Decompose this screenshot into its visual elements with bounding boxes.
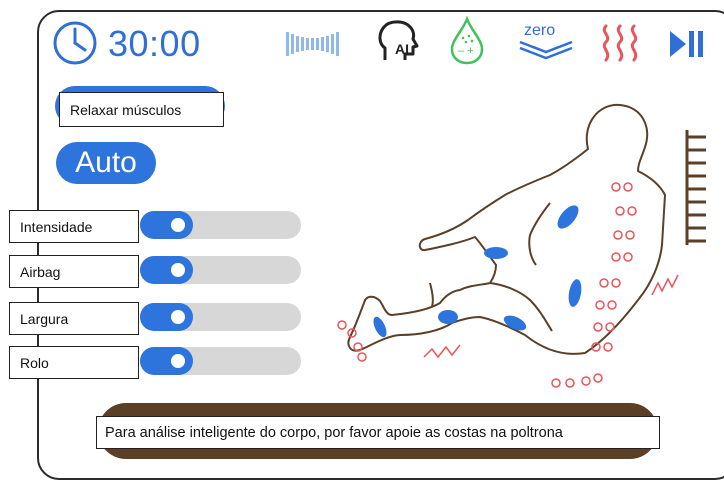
intensity-slider-knob[interactable] — [171, 218, 185, 232]
play-pause-icon[interactable] — [668, 28, 708, 60]
leg-outline — [429, 282, 434, 308]
arm-outline — [528, 202, 551, 266]
vibration-marks — [423, 274, 679, 359]
instruction-message: Para análise inteligente do corpo, por f… — [96, 416, 660, 449]
water-level-label: – + — [458, 45, 474, 57]
airbag-points — [337, 182, 637, 388]
body-massage-map — [337, 103, 706, 388]
auto-button[interactable]: Auto — [56, 142, 156, 184]
zero-gravity-icon[interactable]: zero — [516, 20, 576, 64]
water-drop-icon[interactable]: – + — [447, 16, 487, 66]
zero-label: zero — [524, 22, 555, 39]
intensity-slider-fill — [140, 211, 193, 239]
intensity-slider[interactable] — [140, 211, 301, 239]
timer-display: 30:00 — [108, 23, 201, 64]
airbag-label: Airbag — [9, 255, 139, 288]
intensity-label: Intensidade — [9, 210, 139, 243]
width-label: Largura — [9, 302, 139, 335]
ai-head-icon[interactable]: AI — [375, 18, 421, 64]
ai-label: AI — [395, 41, 409, 57]
roller-label: Rolo — [9, 346, 139, 379]
width-slider-fill — [140, 303, 193, 331]
airbag-slider-knob[interactable] — [171, 263, 185, 277]
backrest-rail-icon — [685, 130, 706, 245]
airbag-slider-fill — [140, 256, 193, 284]
mode-label[interactable]: Relaxar músculos — [59, 92, 224, 127]
width-slider-knob[interactable] — [171, 310, 185, 324]
roller-slider-knob[interactable] — [171, 354, 185, 368]
width-slider[interactable] — [140, 303, 301, 331]
clock-icon — [53, 21, 97, 65]
wave-icon[interactable] — [284, 28, 344, 60]
airbag-slider[interactable] — [140, 256, 301, 284]
roller-slider-fill — [140, 347, 193, 375]
massage-zones — [373, 205, 582, 338]
roller-slider[interactable] — [140, 347, 301, 375]
heat-icon[interactable] — [598, 22, 644, 64]
